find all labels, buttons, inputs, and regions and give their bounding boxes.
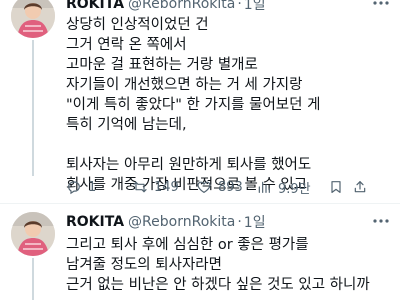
- tweet-text-line: 퇴사자는 아무리 원만하게 퇴사를 했어도: [66, 157, 312, 173]
- retweet-count: 149: [154, 179, 179, 195]
- tweet-text-line: 특히 기억에 남는데,: [66, 117, 187, 133]
- like-button[interactable]: 893: [196, 179, 256, 195]
- tweet-text: 상당히 인상적이었던 건 그거 연락 온 쪽에서 고마운 걸 표현하는 거랑 별…: [66, 15, 390, 195]
- timestamp[interactable]: 1일: [244, 0, 266, 14]
- tweet[interactable]: ROKITA @RebornRokita · 1일 상당히 인상적이었던 건 그…: [0, 0, 400, 204]
- tweet-text-line: 근거 없는 비난은 안 하겠다 싶은 것도 있고 하니까: [66, 277, 370, 293]
- tweet-text-line: 그리고 퇴사 후에 심심한 or 좋은 평가를: [66, 237, 309, 253]
- tweet-header: ROKITA @RebornRokita · 1일: [66, 213, 266, 231]
- view-count: 9.9만: [278, 181, 311, 197]
- tweet-text-line: 자기들이 개선했으면 하는 거 세 가지랑: [66, 77, 303, 93]
- tweet-text-line: 그거 연락 온 쪽에서: [66, 37, 187, 53]
- bookmark-icon: [331, 181, 341, 193]
- author-handle[interactable]: @RebornRokita: [128, 0, 235, 12]
- author-name[interactable]: ROKITA: [66, 0, 124, 12]
- timestamp[interactable]: 1일: [244, 212, 266, 232]
- tweet-actions: 1 149 893 9.9만: [66, 176, 394, 198]
- retweet-icon: [133, 181, 147, 193]
- tweet[interactable]: ROKITA @RebornRokita · 1일 그리고 퇴사 후에 심심한 …: [0, 204, 400, 300]
- share-button[interactable]: [350, 179, 370, 195]
- reply-icon: [68, 181, 80, 195]
- reply-count: 1: [88, 179, 97, 195]
- tweet-text-line: 고마운 걸 표현하는 거랑 별개로: [66, 57, 258, 73]
- more-horizontal-icon[interactable]: [370, 212, 392, 230]
- views-icon: [258, 181, 270, 193]
- tweet-text: 그리고 퇴사 후에 심심한 or 좋은 평가를 남겨줄 정도의 퇴사자라면 근거…: [66, 235, 390, 295]
- share-icon: [354, 181, 366, 193]
- separator-dot: ·: [237, 0, 242, 12]
- author-handle[interactable]: @RebornRokita: [128, 214, 235, 230]
- avatar[interactable]: [11, 0, 55, 38]
- avatar[interactable]: [11, 212, 55, 256]
- tweet-text-line: 상당히 인상적이었던 건: [66, 17, 209, 33]
- retweet-button[interactable]: 149: [132, 179, 196, 195]
- heart-icon: [197, 181, 211, 194]
- tweet-header: ROKITA @RebornRokita · 1일: [66, 0, 266, 13]
- tweet-text-line: 남겨줄 정도의 퇴사자라면: [66, 257, 222, 273]
- separator-dot: ·: [237, 214, 242, 230]
- bookmark-button[interactable]: [322, 179, 350, 195]
- more-horizontal-icon[interactable]: [370, 0, 392, 12]
- tweet-feed: ROKITA @RebornRokita · 1일 상당히 인상적이었던 건 그…: [0, 0, 400, 300]
- reply-button[interactable]: 1: [66, 179, 132, 195]
- author-name[interactable]: ROKITA: [66, 214, 124, 230]
- thread-connector-line: [32, 40, 34, 176]
- thread-connector-line: [32, 258, 34, 300]
- tweet-text-line: "이게 특히 좋았다" 한 가지를 물어보던 게: [66, 97, 321, 113]
- views-button[interactable]: 9.9만: [256, 178, 322, 197]
- like-count: 893: [218, 179, 243, 195]
